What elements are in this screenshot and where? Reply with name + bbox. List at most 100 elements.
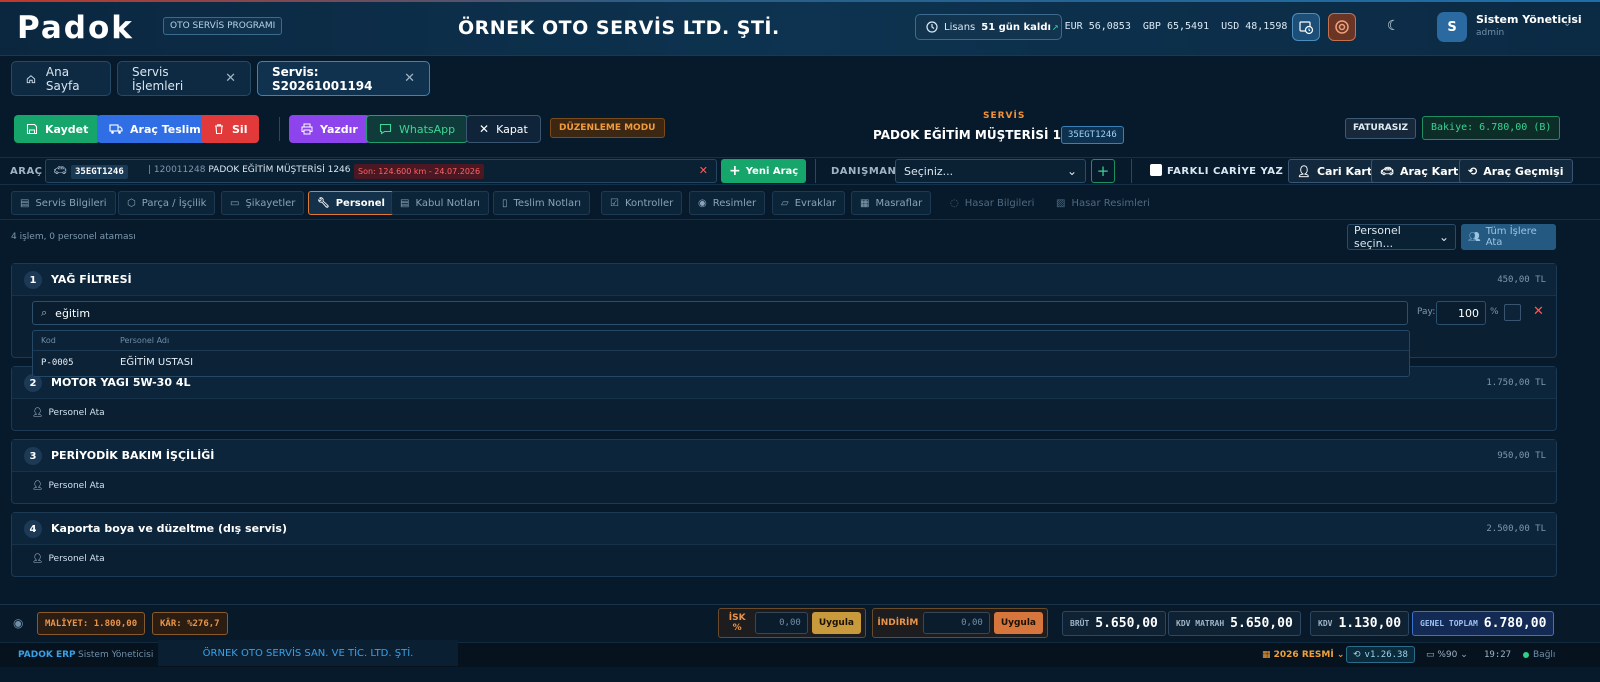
assign-personnel-button[interactable]: 👤︎ Personel Ata [32,554,105,564]
gross-value: 5.650,00 [1095,616,1158,631]
vat-base-value: 5.650,00 [1230,616,1293,631]
subtab-parts-labor[interactable]: ⬡ Parça / İşçilik [118,191,216,215]
print-button[interactable]: Yazdır [289,115,370,143]
whatsapp-button[interactable]: WhatsApp [366,115,469,143]
vehicle-plate: 35EGT1246 [71,165,128,179]
support-button[interactable] [1328,13,1356,41]
clear-icon[interactable]: ✕ [699,164,708,177]
personnel-select[interactable]: Personel seçin... ⌄ [1347,224,1456,250]
avatar[interactable]: S [1437,12,1467,42]
divider [0,219,1600,220]
vehicle-field[interactable]: 🚗︎ 35EGT1246 | 120011248 PADOK EĞİTİM MÜ… [45,159,717,183]
subtab-intake-notes[interactable]: ▤ Kabul Notları [391,191,489,215]
tab-service-operations[interactable]: Servis İşlemleri ✕ [117,61,251,96]
license-label: Lisans [944,21,976,33]
column-name: Personel Adı [120,336,170,345]
subtab-damage-info[interactable]: ◌ Hasar Bilgileri [941,191,1043,215]
close-icon[interactable]: ✕ [404,71,415,86]
discount-input[interactable]: 0,00 [922,612,990,634]
other-account-checkbox[interactable] [1150,164,1162,176]
subtab-service-info[interactable]: ▤ Servis Bilgileri [11,191,116,215]
new-vehicle-button[interactable]: + Yeni Araç [721,159,807,183]
zoom-selector[interactable]: ▭ %90 ⌄ [1426,650,1468,660]
calendar-clock-icon [1299,21,1314,35]
job-number: 3 [24,447,42,465]
file-icon: ▯ [502,197,508,209]
history-icon: ⟲ [1468,164,1478,178]
subtab-label: Hasar Resimleri [1071,197,1150,209]
app-name: PADOK ERP [18,650,76,660]
invoice-status-button[interactable]: FATURASIZ [1345,118,1417,139]
share-input[interactable]: 100 [1436,301,1486,325]
user-plus-icon: 👤︎ [32,554,44,564]
assign-all-button[interactable]: 👥︎ Tüm İşlere Ata [1461,224,1556,250]
zoom-value: %90 [1437,650,1458,660]
job-price: 1.750,00 TL [1486,378,1546,388]
dropdown-option[interactable]: P-0005 EĞİTİM USTASI [33,352,1409,376]
document-icon: ▤ [400,197,410,209]
apply-percent-button[interactable]: Uygula [811,612,861,634]
subtab-complaints[interactable]: ▭ Şikayetler [221,191,305,215]
subtab-personnel[interactable]: 🔧︎ Personel [308,191,394,215]
car-icon: 🚗︎ [53,164,67,177]
subtab-checks[interactable]: ☑ Kontroller [601,191,683,215]
job-title: PERİYODİK BAKIM İŞÇİLİĞİ [51,449,215,462]
period-selector[interactable]: ▦ 2026 RESMİ ⌄ [1262,650,1344,660]
eye-icon[interactable]: ◉ [13,616,23,630]
vehicle-history-button[interactable]: ⟲ Araç Geçmişi [1459,159,1573,183]
add-advisor-button[interactable]: + [1091,159,1115,183]
version-value: v1.26.38 [1364,649,1408,660]
share-label: Pay: [1417,307,1436,317]
message-icon [379,123,392,135]
advisor-select[interactable]: Seçiniz... ⌄ [895,159,1086,183]
plate-badge: 35EGT1246 [1061,126,1124,144]
tab-service-detail[interactable]: Servis: S20261001194 ✕ [257,61,430,96]
moon-icon[interactable]: ☾ [1387,18,1400,34]
assign-personnel-button[interactable]: 👤︎ Personel Ata [32,481,105,491]
subtab-label: Masraflar [875,197,923,209]
printer-icon [301,123,313,135]
user-icon: 👤︎ [1297,164,1311,178]
discount-percent-input[interactable]: 0,00 [755,612,808,634]
subtab-label: Resimler [712,197,757,209]
vehicle-card-button[interactable]: 🚗︎ Araç Kart [1371,159,1468,183]
version-badge[interactable]: ⟲ v1.26.38 [1346,646,1415,663]
subtab-damage-images[interactable]: ▨ Hasar Resimleri [1047,191,1159,215]
subtab-documents[interactable]: ▱ Evraklar [772,191,845,215]
document-icon: ▤ [20,197,30,209]
tab-home[interactable]: Ana Sayfa [11,61,111,96]
assign-personnel-button[interactable]: 👤︎ Personel Ata [32,408,105,418]
chevron-down-icon[interactable]: ⌄ [1563,18,1571,29]
vehicle-delivery-button[interactable]: Araç Teslim [97,115,213,143]
app-logo[interactable]: Padok [17,10,134,46]
close-icon: ✕ [479,122,490,136]
job-card: 4 Kaporta boya ve düzeltme (dış servis) … [11,512,1557,577]
summary-info: 4 işlem, 0 personel ataması [11,232,136,242]
license-badge[interactable]: Lisans 51 gün kaldı [915,14,1062,40]
subtab-expenses[interactable]: ▦ Masraflar [851,191,932,215]
job-price: 950,00 TL [1497,451,1546,461]
confirm-checkbox[interactable] [1504,304,1521,321]
close-button[interactable]: ✕ Kapat [466,115,541,143]
subtab-delivery-notes[interactable]: ▯ Teslim Notları [493,191,591,215]
calendar-clock-button[interactable] [1292,13,1320,41]
apply-discount-button[interactable]: Uygula [993,612,1043,634]
subtab-images[interactable]: ◉ Resimler [689,191,766,215]
subtab-label: Evraklar [794,197,836,209]
advisor-value: Seçiniz... [904,164,954,178]
license-remaining: 51 gün kaldı [981,21,1051,33]
personnel-search-input[interactable]: ⌕ eğitim [32,301,1408,325]
close-icon[interactable]: ✕ [225,71,236,86]
option-code: P-0005 [41,358,74,368]
account-card-button[interactable]: 👤︎ Cari Kart [1288,159,1382,183]
trend-up-icon: ↗ [1052,20,1059,33]
divider [815,159,816,183]
search-icon: ⌕ [41,306,48,319]
grand-total-label: GENEL TOPLAM [1420,619,1478,628]
vat-total: KDV 1.130,00 [1310,611,1410,636]
balance-badge: Bakiye: 6.780,00 (B) [1422,116,1561,140]
delete-button[interactable]: Sil [201,115,260,143]
close-icon[interactable]: ✕ [1533,304,1544,319]
subtab-label: Teslim Notları [513,197,582,209]
save-button[interactable]: Kaydet [14,115,101,143]
